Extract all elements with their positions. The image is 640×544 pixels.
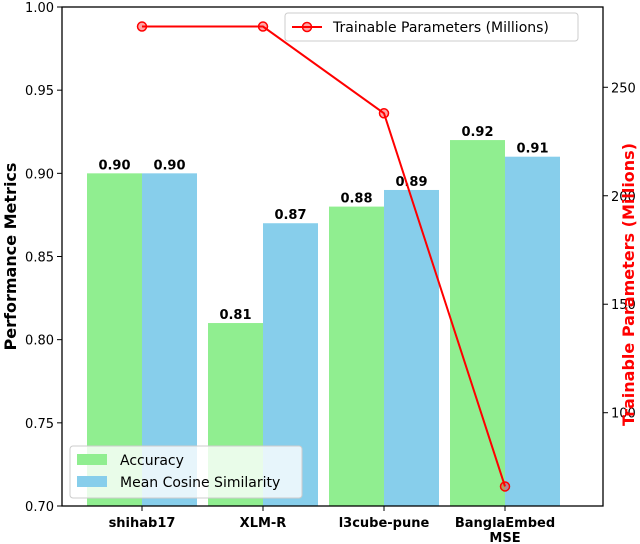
legend-label-params: Trainable Parameters (Millions) [332,20,549,36]
bar-value-label: 0.90 [98,158,130,173]
bar-value-label: 0.87 [274,208,306,223]
bar-cosine-3 [505,156,560,506]
bar-value-label: 0.81 [219,308,251,323]
legend-label-cosine: Mean Cosine Similarity [120,475,280,491]
legend-swatch-accuracy [77,454,107,465]
bar-value-label: 0.90 [153,158,185,173]
bar-value-label: 0.91 [516,142,548,157]
x-tick-label: shihab17 [109,516,176,531]
bar-cosine-2 [384,189,439,506]
bar-value-label: 0.89 [395,175,427,190]
y-tick-label: 0.80 [25,334,54,349]
y-tick-label: 0.70 [25,500,54,515]
x-tick-label: l3cube-pune [339,516,430,531]
legend-line: Trainable Parameters (Millions) [284,12,579,42]
bar-value-label: 0.92 [461,125,493,140]
y-axis-left: 0.70 0.75 0.80 0.85 0.90 0.95 1.00 [25,1,62,515]
y-tick-label: 1.00 [25,1,54,16]
y-tick-label: 0.75 [25,417,54,432]
y-axis-title: Performance Metrics [1,163,20,351]
x-axis: shihab17 XLM-R l3cube-pune BanglaEmbedMSE [109,506,555,544]
legend-marker-icon [301,21,313,33]
legend-label-accuracy: Accuracy [120,453,184,469]
x-tick-label: BanglaEmbed [455,516,555,531]
params-marker [499,481,511,492]
params-marker [378,108,390,119]
params-marker [136,21,148,32]
bar-accuracy-2 [329,206,384,506]
bar-value-label: 0.88 [340,192,372,207]
y-tick-label: 0.95 [25,84,54,99]
x-tick-label: MSE [489,531,520,544]
params-marker [257,21,269,32]
x-tick-label: XLM-R [240,516,287,531]
y2-tick-label: 250 [611,81,636,96]
chart: 0.900.810.880.920.900.870.890.91 0.700.7… [1,1,638,544]
legend-bars: Accuracy Mean Cosine Similarity [69,445,303,499]
y-tick-label: 0.90 [25,167,54,182]
y2-axis-title: Trainable Parameters (Millions) [619,143,638,426]
legend-swatch-cosine [77,476,107,487]
bar-accuracy-3 [450,140,505,507]
y-tick-label: 0.85 [25,251,54,266]
